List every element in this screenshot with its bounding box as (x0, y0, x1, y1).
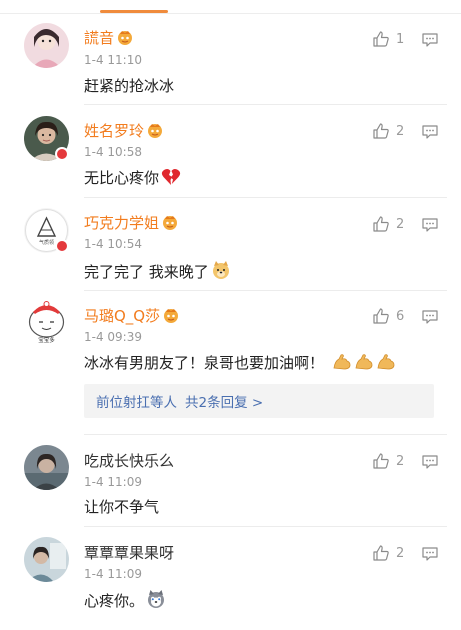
vip-crown-icon (164, 309, 179, 323)
comment-page: 謊音 1-4 11:10 赶紧的抢冰冰 1 姓名罗玲 1-4 10:58 无比心… (0, 0, 461, 630)
flexed-biceps-icon (333, 354, 351, 370)
thumbs-up-icon (373, 308, 389, 324)
like-count: 1 (396, 31, 405, 47)
timestamp: 1-4 10:58 (84, 145, 142, 159)
divider (84, 104, 447, 105)
comment-text: 让你不争气 (84, 497, 159, 517)
reply-authors[interactable]: 前位射扛等人 (96, 391, 177, 411)
username-text[interactable]: 謊音 (84, 29, 114, 47)
username[interactable]: 吃成长快乐么 (84, 452, 174, 470)
comment-text-body: 心疼你。 (84, 592, 145, 610)
username[interactable]: 马璐Q_Q莎 (84, 307, 179, 325)
comment-icon (422, 33, 438, 47)
reply-button[interactable] (421, 217, 439, 233)
username[interactable]: 巧克力学姐 (84, 214, 178, 232)
comment-text-body: 赶紧的抢冰冰 (84, 77, 175, 95)
thumbs-up-icon (373, 31, 389, 47)
like-count: 2 (396, 453, 405, 469)
reply-thread-link[interactable]: 前位射扛等人 共2条回复 > (84, 384, 434, 418)
like-count: 6 (396, 308, 405, 324)
divider (84, 434, 447, 435)
timestamp: 1-4 09:39 (84, 330, 142, 344)
thumbs-up-icon (373, 453, 389, 469)
comment-text-body: 让你不争气 (84, 498, 160, 516)
reply-button[interactable] (421, 309, 439, 325)
comment-icon (422, 310, 438, 324)
like-button[interactable]: 2 (372, 543, 404, 563)
divider (84, 197, 447, 198)
doge-icon (212, 261, 229, 279)
comment-text: 赶紧的抢冰冰 (84, 76, 174, 96)
timestamp: 1-4 11:09 (84, 567, 142, 581)
avatar[interactable] (24, 537, 69, 582)
timestamp: 1-4 11:10 (84, 53, 142, 67)
avatar[interactable]: 宝宝多 (24, 300, 69, 345)
username-text[interactable]: 巧克力学姐 (84, 214, 159, 232)
vip-crown-icon (118, 31, 133, 45)
comment-text: 无比心疼你 (84, 168, 181, 188)
thumbs-up-icon (373, 123, 389, 139)
divider (84, 290, 447, 291)
comment-icon (422, 125, 438, 139)
username-text[interactable]: 吃成长快乐么 (84, 452, 174, 470)
svg-text:气质领: 气质领 (39, 239, 54, 246)
comment-icon (422, 218, 438, 232)
like-count: 2 (396, 123, 405, 139)
reply-button[interactable] (421, 124, 439, 140)
svg-text:宝宝多: 宝宝多 (38, 336, 55, 344)
like-button[interactable]: 2 (372, 214, 404, 234)
reply-button[interactable] (421, 32, 439, 48)
comment-text-body: 无比心疼你 (84, 169, 160, 187)
view-replies-link[interactable]: 共2条回复 > (185, 391, 263, 411)
vip-crown-icon (148, 124, 163, 138)
like-button[interactable]: 1 (372, 29, 404, 49)
timestamp: 1-4 10:54 (84, 237, 142, 251)
broken-heart-icon (161, 168, 181, 185)
reply-button[interactable] (421, 454, 439, 470)
comment-text: 完了完了 我来晚了 (84, 260, 231, 282)
comment-icon (422, 455, 438, 469)
flexed-biceps-icon (377, 354, 395, 370)
username-text[interactable]: 姓名罗玲 (84, 122, 144, 140)
username-text[interactable]: 马璐Q_Q莎 (84, 307, 160, 325)
comment-text-body: 完了完了 我来晚了 (84, 263, 209, 281)
thumbs-up-icon (373, 545, 389, 561)
username[interactable]: 姓名罗玲 (84, 122, 163, 140)
avatar[interactable] (24, 23, 69, 68)
comment-text: 心疼你。 (84, 589, 166, 611)
username-text[interactable]: 覃覃覃果果呀 (84, 544, 174, 562)
comment-icon (422, 547, 438, 561)
timestamp: 1-4 11:09 (84, 475, 142, 489)
vip-crown-icon (163, 216, 178, 230)
comment-text: 冰冰有男朋友了！泉哥也要加油啊！ (84, 353, 396, 373)
like-button[interactable]: 2 (372, 121, 404, 141)
reply-button[interactable] (421, 546, 439, 562)
thumbs-up-icon (373, 216, 389, 232)
like-count: 2 (396, 545, 405, 561)
husky-icon (148, 590, 165, 608)
like-button[interactable]: 2 (372, 451, 404, 471)
username[interactable]: 覃覃覃果果呀 (84, 544, 174, 562)
verified-badge-icon (55, 147, 69, 161)
avatar[interactable] (24, 445, 69, 490)
like-button[interactable]: 6 (372, 306, 404, 326)
comment-text-body: 冰冰有男朋友了！泉哥也要加油啊！ (84, 354, 325, 372)
username[interactable]: 謊音 (84, 29, 133, 47)
like-count: 2 (396, 216, 405, 232)
divider (84, 526, 447, 527)
flexed-biceps-icon (355, 354, 373, 370)
verified-badge-icon (55, 239, 69, 253)
divider (0, 13, 461, 14)
